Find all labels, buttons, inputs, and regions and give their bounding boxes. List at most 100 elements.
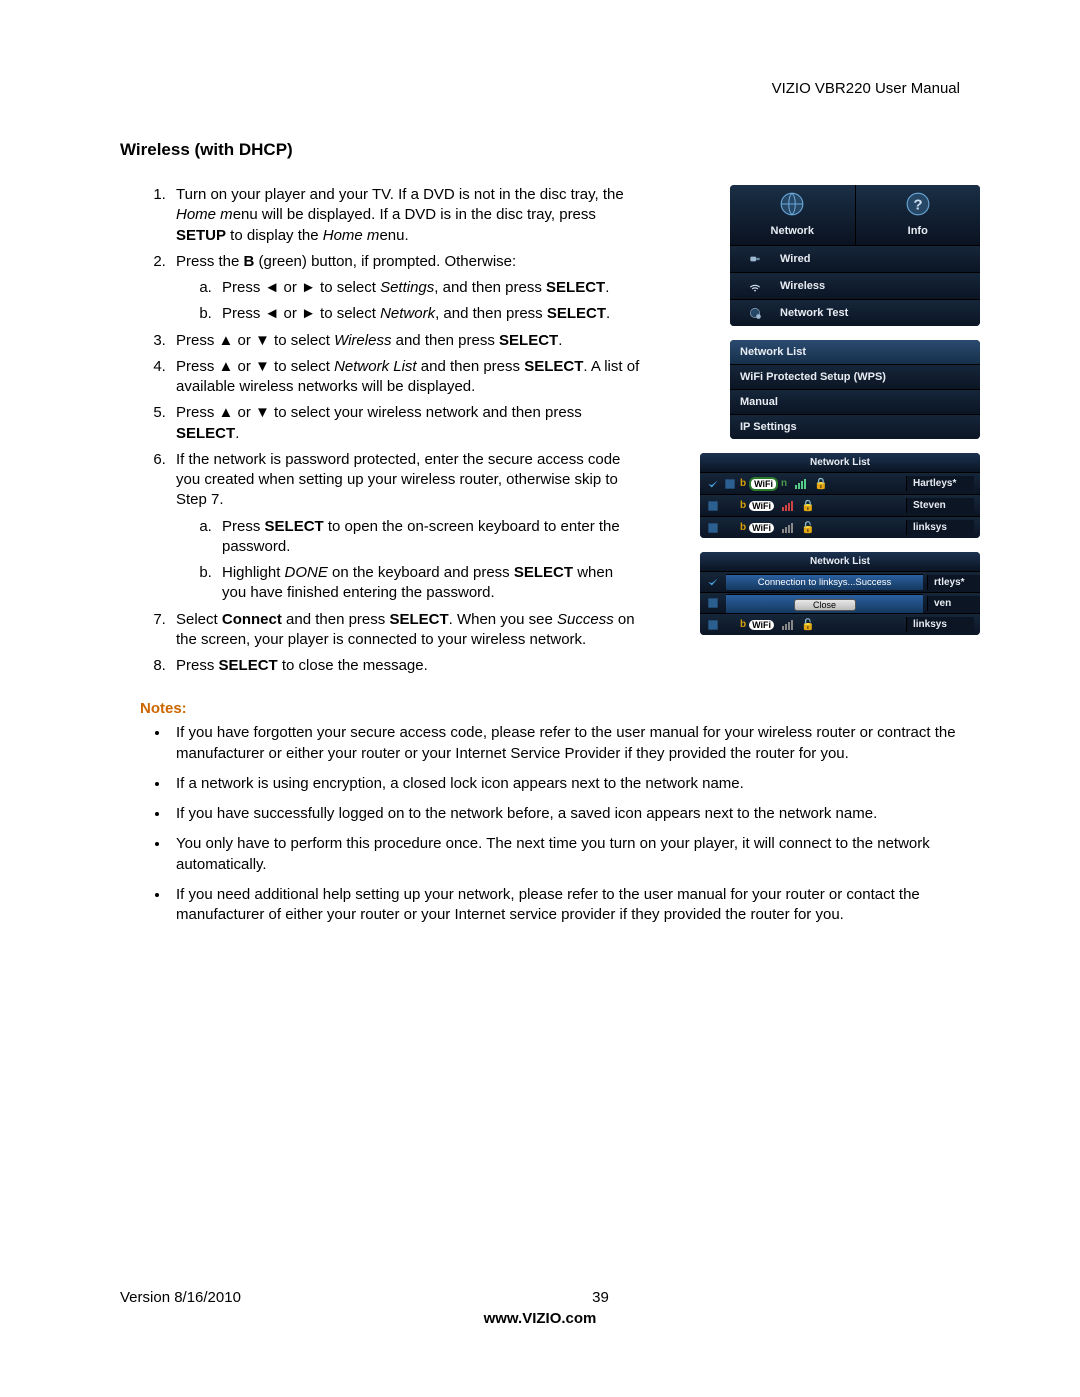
network-row-2: b WiFi 🔒 Steven xyxy=(700,494,980,516)
step-2a: Press ◄ or ► to select Settings, and the… xyxy=(216,278,640,298)
footer-page-number: 39 xyxy=(120,1289,960,1306)
row-wired-label: Wired xyxy=(780,253,810,265)
step-1: Turn on your player and your TV. If a DV… xyxy=(170,185,640,246)
network-row-1: b WiFi n 🔒 Hartleys* xyxy=(700,472,980,494)
step-2b: Press ◄ or ► to select Network, and then… xyxy=(216,304,640,324)
network-name: linksys xyxy=(906,520,974,535)
text: . xyxy=(558,332,562,349)
tab-info: ? Info xyxy=(856,185,981,245)
text: on the keyboard and press xyxy=(328,564,514,581)
text-bold: Connect xyxy=(222,611,282,628)
text: Press ▲ or ▼ to select xyxy=(176,358,334,375)
step-4: Press ▲ or ▼ to select Network List and … xyxy=(170,357,640,398)
text: Press xyxy=(222,518,265,535)
note-item: If you have forgotten your secure access… xyxy=(170,723,980,764)
text-italic: Network List xyxy=(334,358,417,375)
success-message: Connection to linksys...Success xyxy=(758,577,892,588)
text-bold: SELECT xyxy=(547,305,606,322)
success-overlay: Connection to linksys...Success xyxy=(726,574,923,590)
tab-info-label: Info xyxy=(908,225,928,237)
text: (green) button, if prompted. Otherwise: xyxy=(254,253,516,270)
plug-icon xyxy=(740,252,770,266)
row-network-test: Network Test xyxy=(730,299,980,326)
text: Select xyxy=(176,611,222,628)
network-name: Hartleys* xyxy=(906,476,974,491)
text-bold: SELECT xyxy=(176,425,235,442)
text: enu. xyxy=(379,227,408,244)
text-italic: Settings xyxy=(380,279,434,296)
unlock-icon: 🔓 xyxy=(801,521,815,534)
network-list-title: Network List xyxy=(700,552,980,571)
text-italic: DONE xyxy=(285,564,328,581)
content: Wireless (with DHCP) Turn on your player… xyxy=(120,140,980,925)
footer: Version 8/16/2010 39 www.VIZIO.com xyxy=(120,1289,960,1327)
text: . xyxy=(605,279,609,296)
text: Press the xyxy=(176,253,244,270)
step-7: Select Connect and then press SELECT. Wh… xyxy=(170,610,640,651)
globe-icon xyxy=(779,191,805,217)
step-3: Press ▲ or ▼ to select Wireless and then… xyxy=(170,331,640,351)
note-item: If you have successfully logged on to th… xyxy=(170,804,980,824)
network-name-tail: rtleys* xyxy=(927,575,980,590)
close-overlay: Close xyxy=(726,594,923,613)
text-bold: B xyxy=(244,253,255,270)
b-icon: b xyxy=(740,500,746,511)
text: enu will be displayed. If a DVD is in th… xyxy=(233,206,596,223)
text: . xyxy=(235,425,239,442)
network-row-3: b WiFi 🔓 linksys xyxy=(700,516,980,538)
step-2: Press the B (green) button, if prompted.… xyxy=(170,252,640,325)
n-icon: n xyxy=(781,478,787,489)
wifi-icon xyxy=(740,279,770,293)
figure-tabs: Network ? Info xyxy=(730,185,980,245)
figure-connection-success: Network List Connection to linksys...Suc… xyxy=(700,552,980,635)
b-icon: b xyxy=(740,522,746,533)
page: VIZIO VBR220 User Manual Wireless (with … xyxy=(0,0,1080,1397)
figure-wireless-submenu: Network List WiFi Protected Setup (WPS) … xyxy=(730,340,980,439)
signal-bars-icon xyxy=(782,620,793,630)
gear-globe-icon xyxy=(740,306,770,320)
row-wireless-label: Wireless xyxy=(780,280,825,292)
row-network-test-label: Network Test xyxy=(780,307,848,319)
close-button[interactable]: Close xyxy=(794,599,856,611)
text: and then press xyxy=(391,332,499,349)
text-bold: SELECT xyxy=(514,564,573,581)
unlock-icon: 🔓 xyxy=(801,618,815,631)
b-icon: b xyxy=(740,478,746,489)
text: Press ▲ or ▼ to select xyxy=(176,332,334,349)
figure-network-menu: Network ? Info Wired Wireless xyxy=(730,185,980,326)
network-name: linksys xyxy=(906,617,974,632)
text: . When you see xyxy=(449,611,557,628)
text-bold: SELECT xyxy=(546,279,605,296)
menu-network-list: Network List xyxy=(730,340,980,364)
tab-network: Network xyxy=(730,185,856,245)
text: . xyxy=(606,305,610,322)
menu-wps: WiFi Protected Setup (WPS) xyxy=(730,364,980,389)
network-name-tail: ven xyxy=(927,596,980,611)
text: , and then press xyxy=(435,305,547,322)
text: Turn on your player and your TV. If a DV… xyxy=(176,186,624,203)
text-italic: Network xyxy=(380,305,435,322)
svg-text:?: ? xyxy=(913,196,922,213)
wifi-badge: WiFi xyxy=(749,477,778,491)
wifi-badge: WiFi xyxy=(749,523,774,533)
text-italic: Home m xyxy=(323,227,380,244)
figure-network-list: Network List b WiFi n 🔒 Hartleys* xyxy=(700,453,980,538)
network-list-title: Network List xyxy=(700,453,980,472)
step-5: Press ▲ or ▼ to select your wireless net… xyxy=(170,403,640,444)
text: Press xyxy=(176,657,219,674)
text: Press ▲ or ▼ to select your wireless net… xyxy=(176,404,582,421)
chip-icon xyxy=(706,618,720,632)
row-wireless: Wireless xyxy=(730,272,980,299)
network-row-3b: b WiFi 🔓 linksys xyxy=(700,613,980,635)
step-6a: Press SELECT to open the on-screen keybo… xyxy=(216,517,640,558)
wifi-badge: WiFi xyxy=(749,501,774,511)
text: to close the message. xyxy=(278,657,428,674)
step-6b: Highlight DONE on the keyboard and press… xyxy=(216,563,640,604)
check-icon xyxy=(706,477,720,491)
header-product: VIZIO VBR220 User Manual xyxy=(772,80,960,97)
signal-bars-icon xyxy=(782,501,793,511)
step-8: Press SELECT to close the message. xyxy=(170,656,640,676)
notes-list: If you have forgotten your secure access… xyxy=(120,723,980,925)
text: , and then press xyxy=(434,279,546,296)
check-icon xyxy=(706,575,720,589)
